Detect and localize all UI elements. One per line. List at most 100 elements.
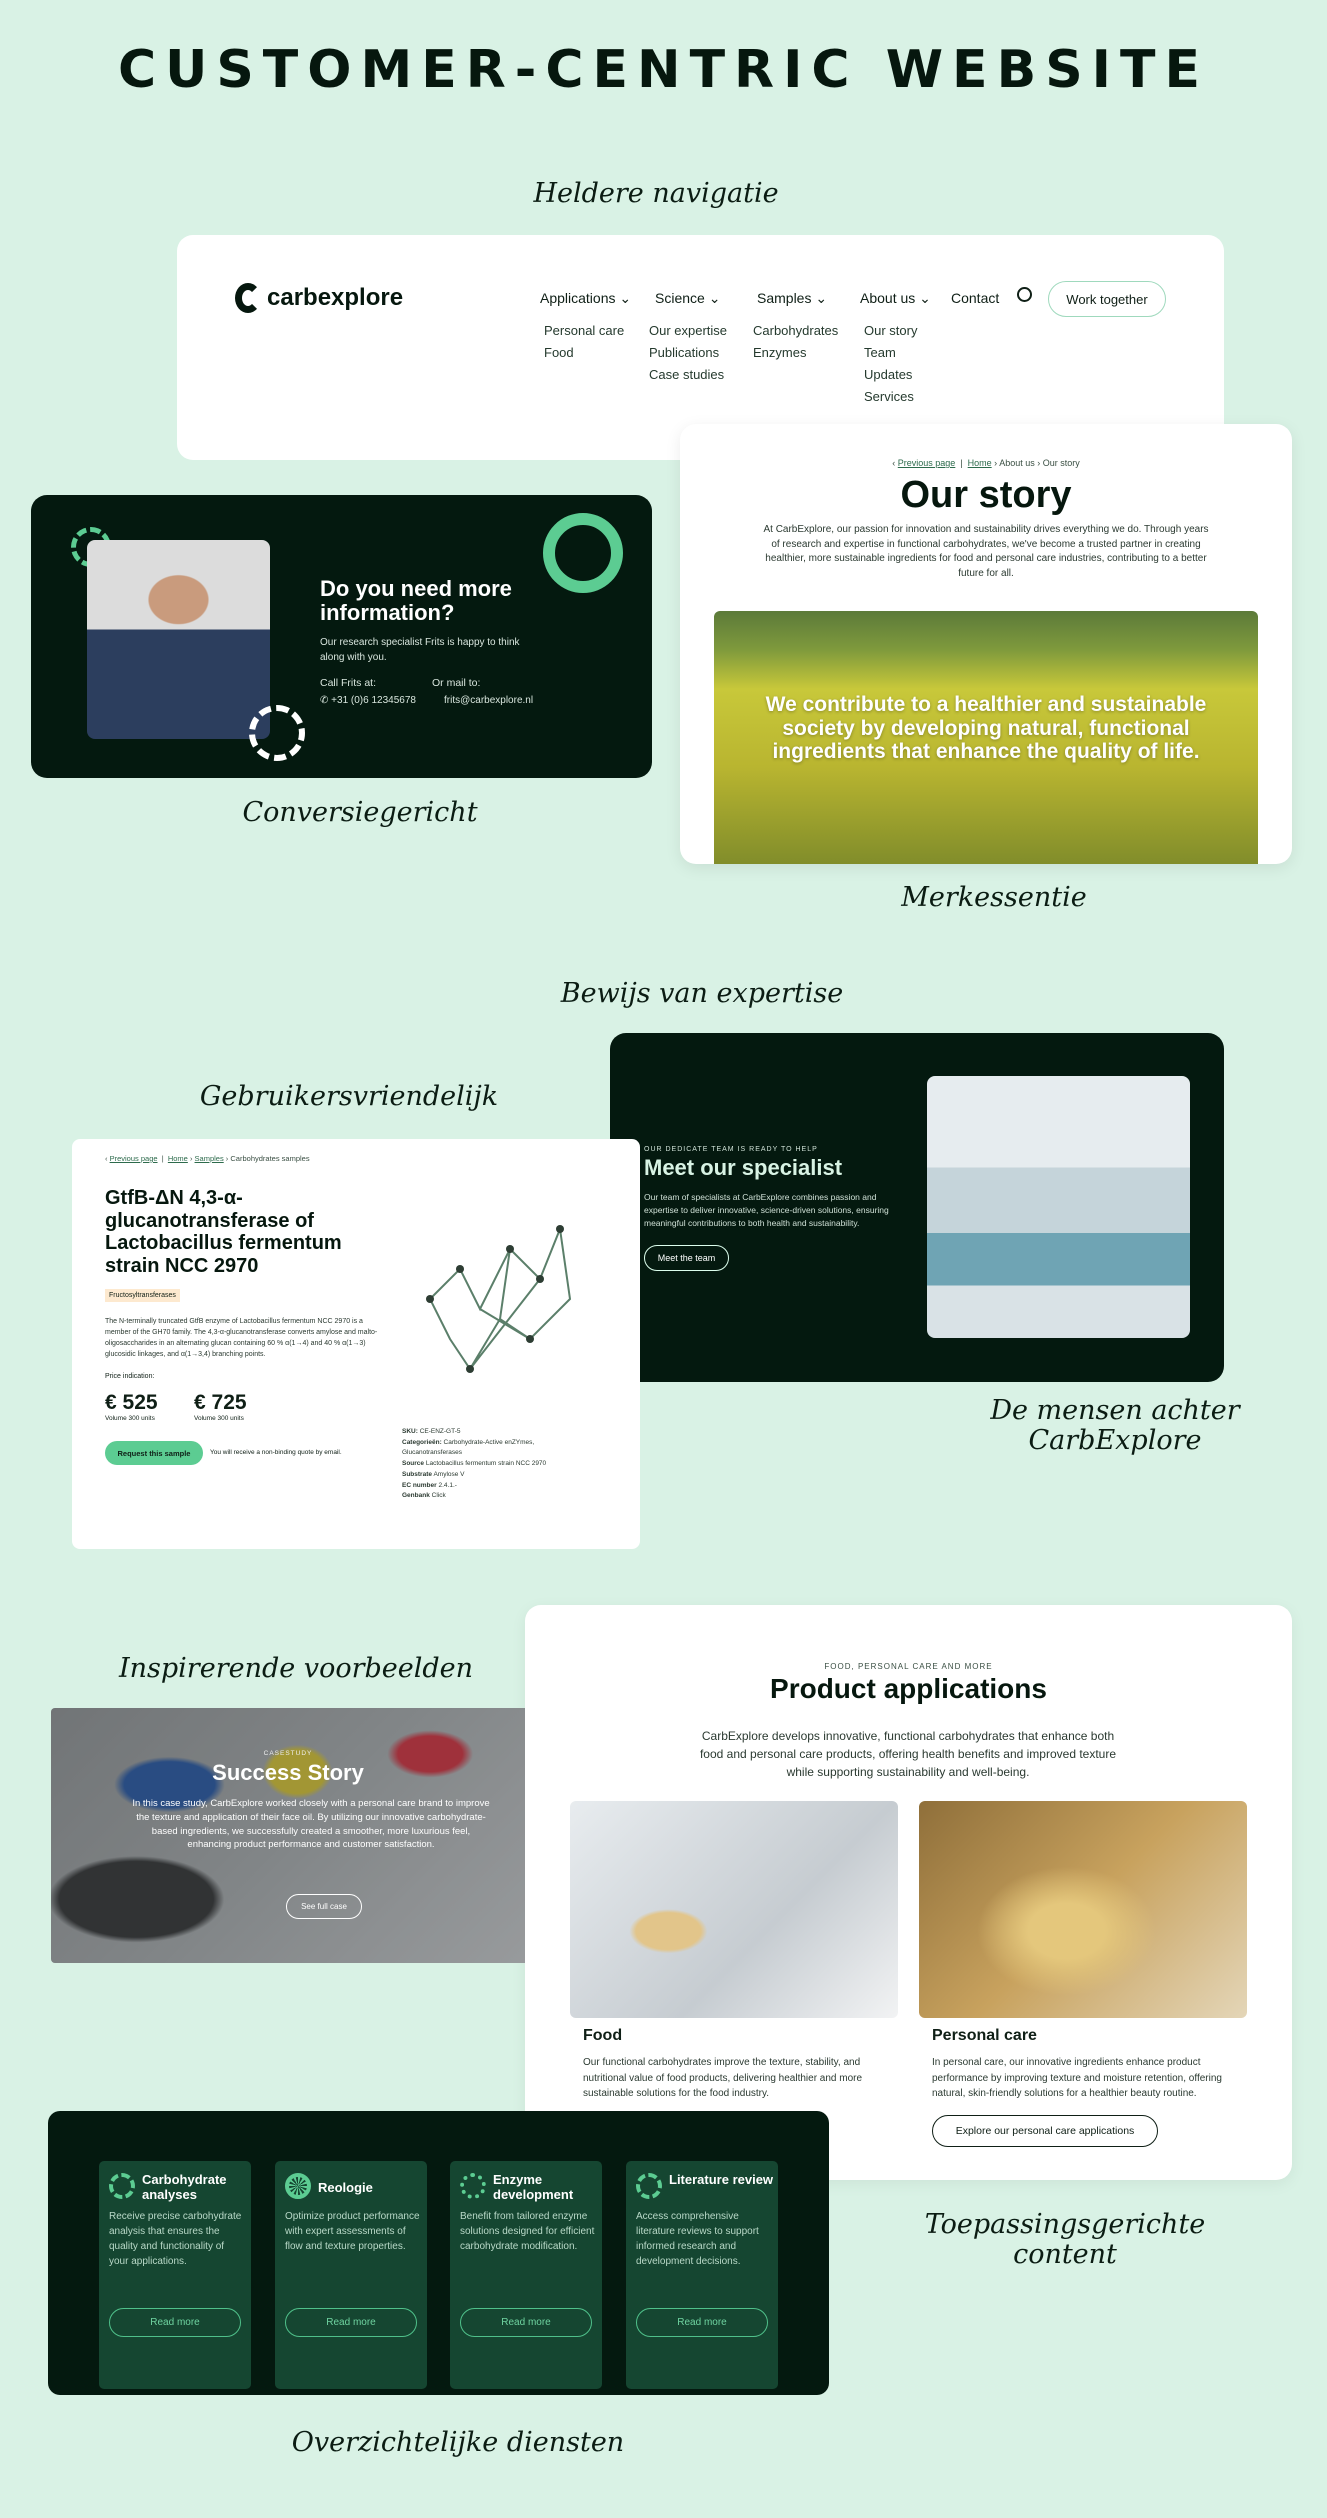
caption-expertise: Bewijs van expertise [560, 978, 844, 1009]
service-card: Enzyme development Benefit from tailored … [450, 2161, 602, 2389]
read-more-button[interactable]: Read more [109, 2308, 241, 2337]
breadcrumb-home[interactable]: Home [168, 1154, 188, 1163]
specialist-text: Our team of specialists at CarbExplore c… [644, 1192, 889, 1229]
ring-decoration [543, 513, 623, 593]
case-title: Success Story [212, 1760, 364, 1785]
see-full-case-button[interactable]: See full case [286, 1894, 362, 1919]
specialist-photo [87, 540, 270, 739]
logo[interactable]: carbexplore [235, 283, 403, 313]
submenu-our-expertise[interactable]: Our expertise [649, 323, 727, 338]
molecule-illustration [426, 1225, 572, 1373]
specialist-title: Meet our specialist [644, 1155, 843, 1180]
services-mockup: Carbohydrate analyses Receive precise car… [48, 2111, 829, 2395]
service-card: Carbohydrate analyses Receive precise car… [99, 2161, 251, 2389]
read-more-button[interactable]: Read more [460, 2308, 592, 2337]
food-title: Food [583, 2027, 623, 2044]
dashed-ring-icon [249, 705, 305, 761]
meet-the-team-button[interactable]: Meet the team [644, 1245, 729, 1271]
breadcrumb-current: Carbohydrates samples [230, 1154, 310, 1163]
read-more-button[interactable]: Read more [285, 2308, 417, 2337]
lab-team-photo [927, 1076, 1190, 1338]
field-photo: We contribute to a healthier and sustain… [714, 611, 1258, 864]
breadcrumb-samples[interactable]: Samples [195, 1154, 224, 1163]
submenu-carbohydrates[interactable]: Carbohydrates [753, 323, 838, 338]
service-card: Literature review Access comprehensive li… [626, 2161, 778, 2389]
price-option: € 725 Volume 300 units [194, 1391, 247, 1422]
nav-science[interactable]: Science ⌄ [655, 290, 720, 307]
caption-brand: Merkessentie [901, 882, 1087, 913]
personal-care-text: In personal care, our innovative ingredi… [932, 2057, 1222, 2099]
burst-icon [285, 2173, 311, 2199]
nav-about[interactable]: About us ⌄ [860, 290, 931, 307]
genbank-link[interactable]: Click [432, 1492, 446, 1499]
caption-nav: Heldere navigatie [533, 178, 779, 209]
sunburst-icon [460, 2173, 486, 2199]
submenu-updates[interactable]: Updates [864, 367, 912, 382]
caption-services: Overzichtelijke diensten [291, 2427, 625, 2458]
case-text: In this case study, CarbExplore worked c… [132, 1798, 490, 1851]
logo-icon [235, 283, 261, 313]
nav-samples[interactable]: Samples ⌄ [757, 290, 827, 307]
search-icon[interactable] [1017, 287, 1032, 302]
product-specs: SKU: CE-ENZ-GT-5 Categorieën: Carbohydra… [402, 1428, 547, 1500]
story-title: Our story [900, 474, 1072, 516]
nav-contact[interactable]: Contact [951, 290, 999, 306]
food-text: Our functional carbohydrates improve the… [583, 2057, 863, 2099]
call-label: Call Frits at: [320, 677, 377, 689]
story-quote: We contribute to a healthier and sustain… [765, 693, 1207, 764]
service-card: Reologie Optimize product performance wit… [275, 2161, 427, 2389]
food-photo [570, 1801, 898, 2018]
contact-text: Our research specialist Frits is happy t… [320, 637, 520, 663]
specialist-eyebrow: OUR DEDICATE TEAM IS READY TO HELP [644, 1146, 818, 1153]
breadcrumb-previous[interactable]: Previous page [110, 1154, 158, 1163]
product-detail-mockup: ‹ Previous page | Home › Samples › Carbo… [72, 1139, 640, 1549]
mail-label: Or mail to: [432, 677, 481, 689]
caption-conversion: Conversiegericht [242, 797, 478, 828]
caption-applied: Toepassingsgerichte content [924, 2209, 1206, 2270]
price-label: Price indication: [105, 1373, 155, 1380]
product-applications-mockup: FOOD, PERSONAL CARE AND MORE Product app… [525, 1605, 1292, 2180]
product-title: GtfB-ΔN 4,3-α-glucanotransferase of Lact… [105, 1187, 342, 1277]
quote-note: You will receive a non-binding quote by … [210, 1449, 342, 1456]
work-together-button[interactable]: Work together [1048, 281, 1166, 317]
email-link[interactable]: frits@carbexplore.nl [444, 695, 533, 706]
request-sample-button[interactable]: Request this sample [105, 1441, 203, 1465]
submenu-case-studies[interactable]: Case studies [649, 367, 724, 382]
read-more-button[interactable]: Read more [636, 2308, 768, 2337]
ring-icon [636, 2173, 662, 2199]
applications-title: Product applications [770, 1673, 1047, 1704]
submenu-personal-care[interactable]: Personal care [544, 323, 624, 338]
product-description: The N-terminally truncated GtfB enzyme o… [105, 1318, 378, 1358]
nav-applications[interactable]: Applications ⌄ [540, 290, 631, 307]
submenu-food[interactable]: Food [544, 345, 574, 360]
our-story-mockup: ‹ Previous page | Home › About us › Our … [680, 424, 1292, 864]
breadcrumb-about[interactable]: About us [999, 458, 1035, 468]
spark-icon [109, 2173, 135, 2199]
price-option: € 525 Volume 300 units [105, 1391, 158, 1422]
breadcrumb-home[interactable]: Home [968, 458, 992, 468]
submenu-services[interactable]: Services [864, 389, 914, 404]
specialist-mockup: OUR DEDICATE TEAM IS READY TO HELP Meet … [610, 1033, 1224, 1382]
contact-cta-mockup: Do you need more information? Our resear… [31, 495, 652, 778]
caption-people: De mensen achter CarbExplore [990, 1395, 1240, 1456]
explore-personal-care-button[interactable]: Explore our personal care applications [932, 2115, 1158, 2147]
breadcrumb-current: Our story [1042, 458, 1080, 468]
breadcrumb-previous[interactable]: Previous page [898, 458, 956, 468]
applications-eyebrow: FOOD, PERSONAL CARE AND MORE [824, 1662, 993, 1671]
success-story-mockup: CASESTUDY Success Story In this case stu… [51, 1708, 525, 1963]
breadcrumb: ‹ Previous page | Home › About us › Our … [892, 458, 1080, 468]
submenu-publications[interactable]: Publications [649, 345, 719, 360]
personal-care-photo [919, 1801, 1247, 2018]
personal-care-title: Personal care [932, 2027, 1037, 2044]
story-text: At CarbExplore, our passion for innovati… [763, 524, 1209, 579]
page-title: CUSTOMER-CENTRIC WEBSITE [117, 40, 1210, 100]
case-eyebrow: CASESTUDY [263, 1750, 313, 1757]
phone-icon: ✆ [320, 695, 329, 706]
applications-text: CarbExplore develops innovative, functio… [699, 1729, 1117, 1779]
phone-link[interactable]: ✆ +31 (0)6 12345678 [320, 695, 416, 706]
submenu-team[interactable]: Team [864, 345, 896, 360]
product-tag: Fructosyltransferases [105, 1289, 180, 1302]
submenu-enzymes[interactable]: Enzymes [753, 345, 806, 360]
submenu-our-story[interactable]: Our story [864, 323, 917, 338]
breadcrumb: ‹ Previous page | Home › Samples › Carbo… [105, 1154, 310, 1163]
